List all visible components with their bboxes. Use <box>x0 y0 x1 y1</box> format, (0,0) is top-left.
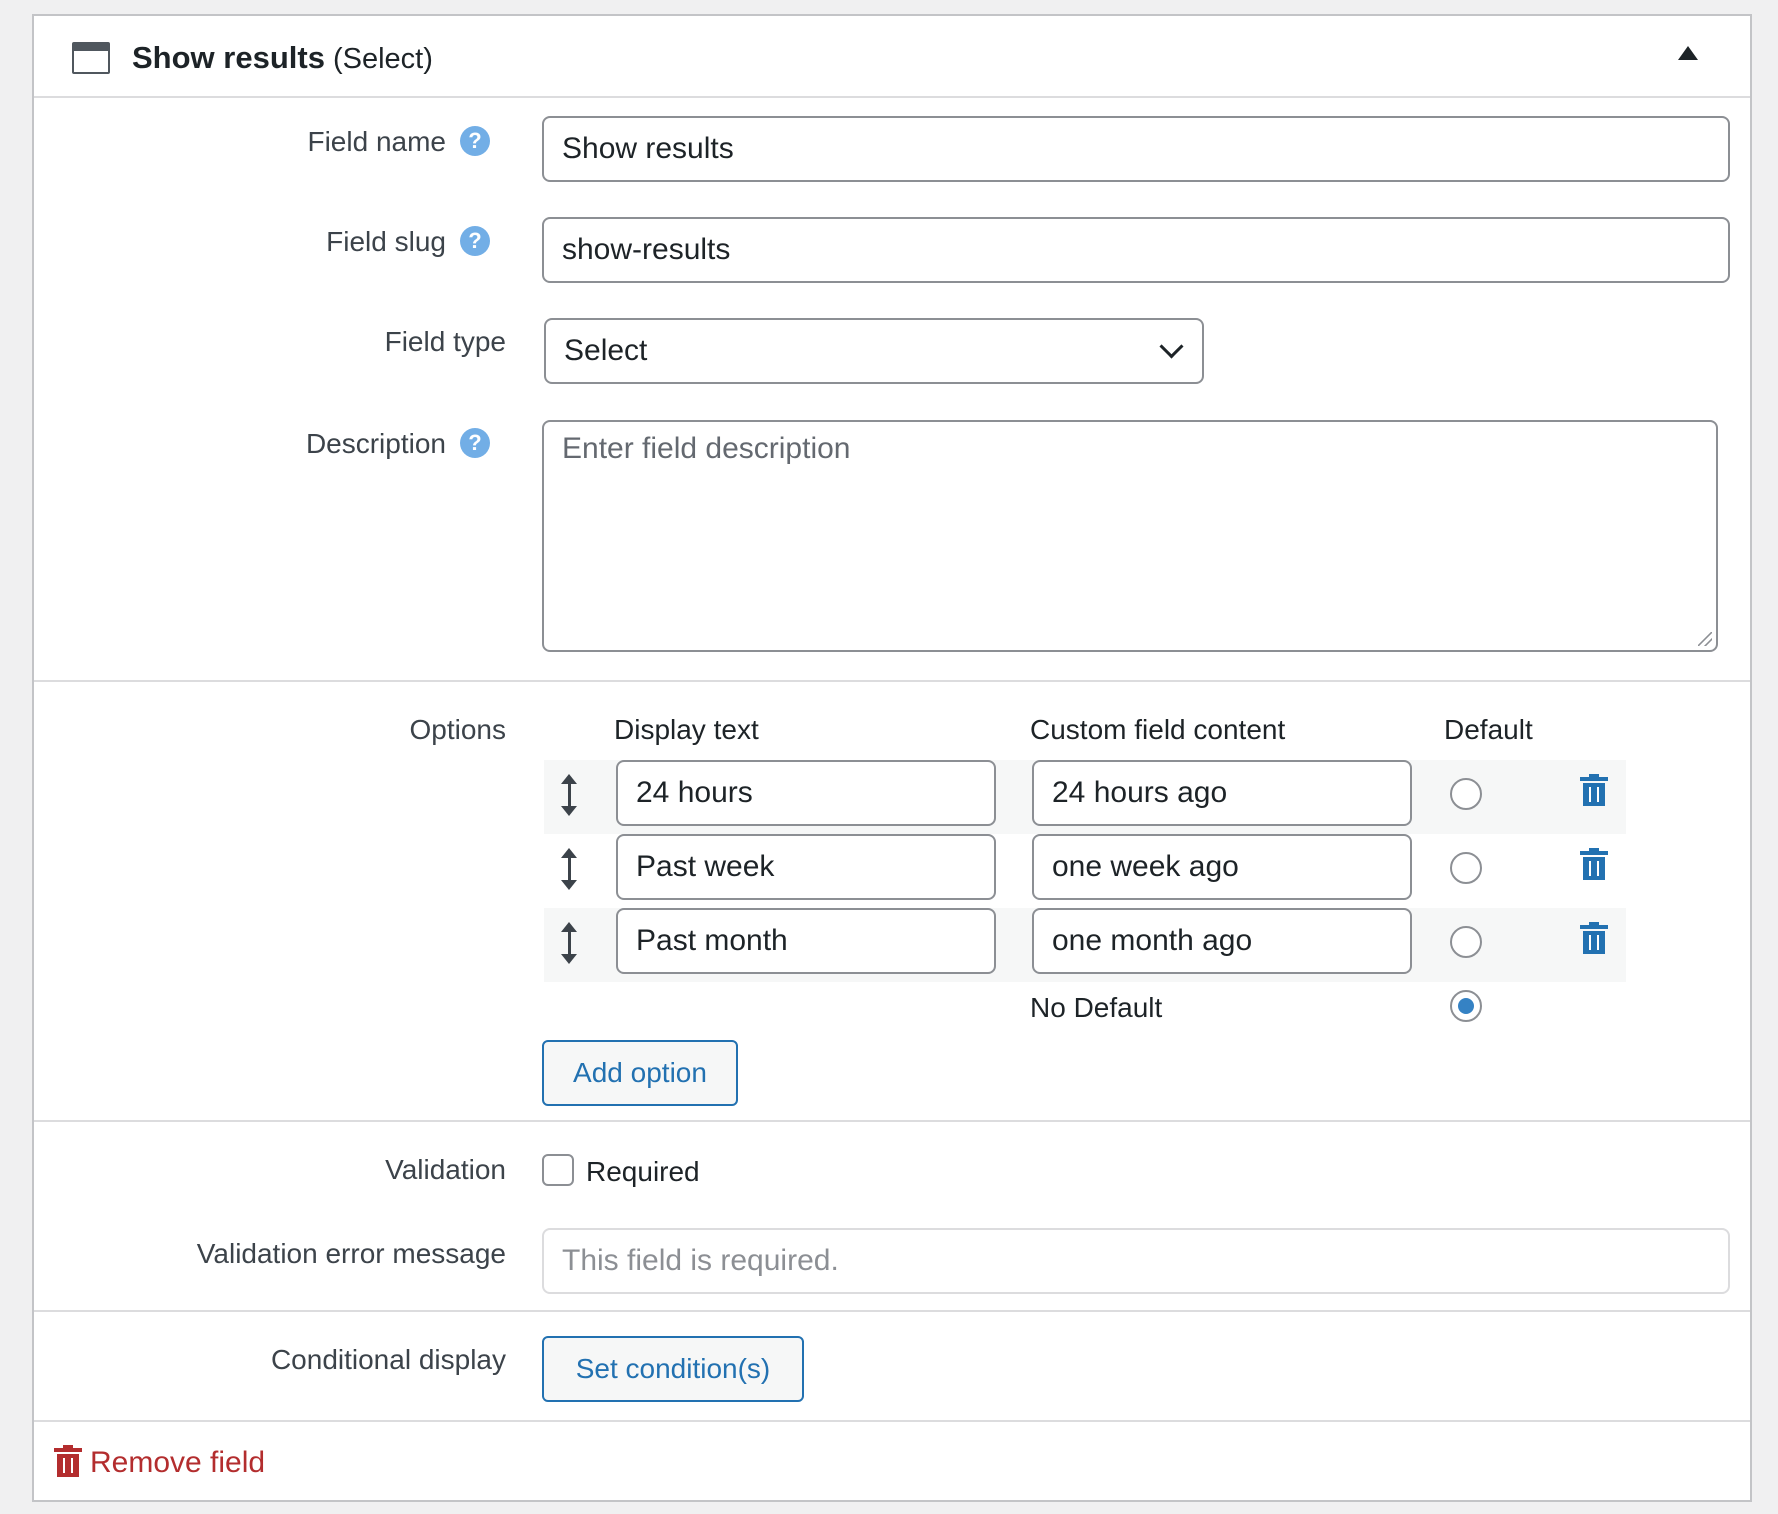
delete-option-icon[interactable] <box>1580 848 1608 880</box>
add-option-button[interactable]: Add option <box>542 1040 738 1106</box>
field-title: Show results (Select) <box>132 40 433 76</box>
option-row: 24 hours 24 hours ago <box>544 760 1626 834</box>
option-row: Past month one month ago <box>544 908 1626 982</box>
section-divider <box>34 1420 1750 1422</box>
option-row: Past week one week ago <box>544 834 1626 908</box>
description-label-text: Description <box>305 428 446 459</box>
options-label: Options <box>409 714 507 745</box>
option-display-input[interactable]: 24 hours <box>616 760 996 826</box>
field-slug-input[interactable]: show-results <box>542 217 1730 283</box>
section-divider <box>34 680 1750 682</box>
delete-option-icon[interactable] <box>1580 774 1608 806</box>
collapse-arrow-icon[interactable] <box>1678 46 1698 60</box>
validation-error-label: Validation error message <box>196 1238 506 1269</box>
section-divider <box>34 1120 1750 1122</box>
no-default-label: No Default <box>1030 992 1163 1023</box>
field-type-icon <box>72 42 110 74</box>
option-content-input[interactable]: 24 hours ago <box>1032 760 1412 826</box>
description-textarea[interactable]: Enter field description <box>542 420 1718 652</box>
drag-handle-icon[interactable] <box>561 922 577 964</box>
validation-error-input[interactable]: This field is required. <box>542 1228 1730 1294</box>
trash-icon <box>54 1445 82 1478</box>
option-content-input[interactable]: one week ago <box>1032 834 1412 900</box>
field-editor-panel: Show results (Select) Field name? Show re… <box>32 14 1752 1502</box>
column-default: Default <box>1444 714 1533 745</box>
remove-field-link[interactable]: Remove field <box>54 1445 266 1480</box>
default-radio[interactable] <box>1450 778 1482 810</box>
field-header[interactable]: Show results (Select) <box>34 16 1750 98</box>
resize-handle-icon[interactable] <box>1698 632 1712 646</box>
section-divider <box>34 1310 1750 1312</box>
description-label: Description? <box>305 427 490 461</box>
description-placeholder: Enter field description <box>562 432 851 465</box>
field-type-select-value: Select <box>564 334 648 367</box>
field-slug-label: Field slug? <box>326 225 490 259</box>
drag-handle-icon[interactable] <box>561 774 577 816</box>
field-name-label: Field name? <box>307 125 490 159</box>
column-custom-content: Custom field content <box>1030 714 1286 745</box>
no-default-radio[interactable] <box>1450 990 1482 1022</box>
set-conditions-button[interactable]: Set condition(s) <box>542 1336 804 1402</box>
validation-label: Validation <box>385 1154 506 1185</box>
default-radio[interactable] <box>1450 926 1482 958</box>
field-name-label-text: Field name <box>307 126 446 157</box>
field-title-text: Show results <box>132 40 325 75</box>
option-content-input[interactable]: one month ago <box>1032 908 1412 974</box>
field-type-select[interactable]: Select <box>544 318 1204 384</box>
default-radio[interactable] <box>1450 852 1482 884</box>
conditional-display-label: Conditional display <box>270 1344 506 1375</box>
field-type-label: Field type <box>384 326 506 357</box>
help-icon[interactable]: ? <box>460 427 490 458</box>
option-display-input[interactable]: Past week <box>616 834 996 900</box>
delete-option-icon[interactable] <box>1580 922 1608 954</box>
required-checkbox[interactable] <box>542 1154 574 1186</box>
help-icon[interactable]: ? <box>460 225 490 256</box>
column-display-text: Display text <box>614 714 759 745</box>
required-label: Required <box>586 1156 700 1187</box>
field-title-type: (Select) <box>332 43 433 75</box>
remove-field-text: Remove field <box>90 1446 266 1479</box>
field-name-input[interactable]: Show results <box>542 116 1730 182</box>
drag-handle-icon[interactable] <box>561 848 577 890</box>
help-icon[interactable]: ? <box>460 125 490 156</box>
option-display-input[interactable]: Past month <box>616 908 996 974</box>
field-slug-label-text: Field slug <box>326 226 446 257</box>
chevron-down-icon <box>1159 334 1184 359</box>
